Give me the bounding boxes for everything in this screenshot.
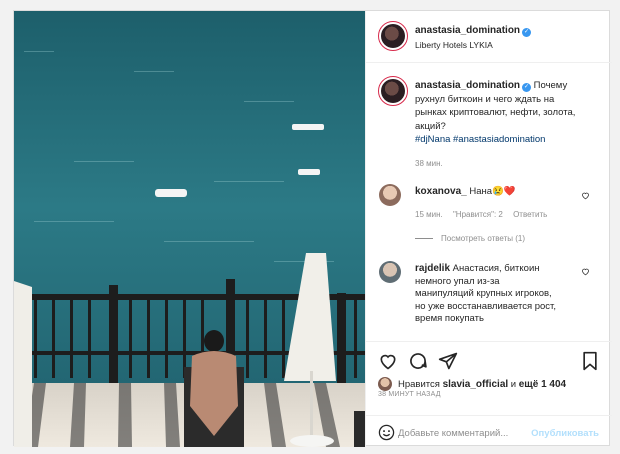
caption-username[interactable]: anastasia_domination [415, 80, 520, 91]
divider-line [415, 238, 433, 240]
comment-box: Добавьте комментарий... Опубликовать [366, 415, 612, 447]
liker-username[interactable]: slavia_official [443, 379, 509, 390]
post-modal: anastasia_domination ✓ Liberty Hotels LYK… [13, 10, 612, 447]
comment-text: Нана😢❤️ [469, 186, 516, 197]
comment-avatar[interactable] [379, 261, 401, 283]
comment-input[interactable]: Добавьте комментарий... [398, 428, 508, 439]
caption-hashtags[interactable]: #djNana #anastasiadomination [415, 134, 545, 145]
comment-text-1: Анастасия, биткоин [452, 263, 540, 274]
header-location[interactable]: Liberty Hotels LYKIA [415, 40, 493, 50]
avatar-image [381, 79, 405, 103]
bookmark-icon[interactable] [581, 351, 599, 371]
view-replies-button[interactable]: Посмотреть ответы (1) [415, 234, 525, 243]
caption: anastasia_domination ✓ Почему рухнул битк… [415, 79, 605, 147]
post-time[interactable]: 38 МИНУТ НАЗАД [378, 391, 441, 398]
comment-text-4: но уже восстанавливается рост, [415, 300, 556, 312]
post-photo[interactable] [14, 11, 365, 447]
comment-text-2: немного упал из-за [415, 275, 500, 287]
post-comment-button[interactable]: Опубликовать [531, 428, 599, 439]
likes-prefix: Нравится [398, 379, 440, 390]
comment-like-heart-icon[interactable] [581, 191, 590, 200]
post-panel: anastasia_domination ✓ Liberty Hotels LYK… [365, 11, 612, 447]
share-icon[interactable] [438, 351, 458, 371]
caption-text-1: Почему [533, 80, 568, 91]
comment-like-heart-icon[interactable] [581, 267, 590, 276]
header-user-row: anastasia_domination ✓ [415, 25, 532, 37]
caption-text-2: рухнул биткоин и чего ждать на [415, 93, 555, 105]
comment-likes[interactable]: "Нравится": 2 [453, 210, 503, 219]
caption-avatar[interactable] [378, 76, 408, 106]
liker-avatar[interactable] [378, 377, 392, 391]
comment-1: koxanova_ Нана😢❤️ [415, 186, 516, 197]
post-header: anastasia_domination ✓ Liberty Hotels LYK… [366, 11, 612, 63]
caption-text-4: акций? [415, 120, 446, 132]
comment-username[interactable]: rajdelik [415, 263, 450, 274]
view-replies-label: Посмотреть ответы (1) [441, 234, 526, 243]
comment-text-5: время покупать [415, 313, 484, 325]
comment-2: rajdelik Анастасия, биткоин немного упал… [415, 263, 580, 326]
verified-badge-icon: ✓ [522, 28, 532, 37]
likes-joiner: и [510, 379, 517, 390]
comment-meta: 15 мин. "Нравится": 2 Ответить [415, 210, 547, 219]
likes-summary: Нравится slavia_official и ещё 1 404 [398, 379, 566, 390]
caption-time[interactable]: 38 мин. [415, 159, 443, 168]
comment-text-3: манипуляций крупных игроков, [415, 288, 552, 300]
comment-username[interactable]: koxanova_ [415, 186, 467, 197]
avatar-image [381, 24, 405, 48]
photo-image [14, 11, 365, 447]
comment-icon[interactable] [408, 351, 428, 371]
reply-button[interactable]: Ответить [513, 210, 547, 219]
emoji-icon[interactable] [378, 424, 395, 441]
likes-others[interactable]: ещё 1 404 [519, 379, 566, 390]
comment-time[interactable]: 15 мин. [415, 210, 443, 219]
comment-avatar[interactable] [379, 184, 401, 206]
header-avatar[interactable] [378, 21, 408, 51]
header-username[interactable]: anastasia_domination [415, 25, 520, 36]
caption-text-3: рынках криптовалют, нефти, золота, [415, 107, 576, 118]
heart-icon[interactable] [378, 351, 398, 371]
verified-badge-icon: ✓ [522, 83, 532, 92]
